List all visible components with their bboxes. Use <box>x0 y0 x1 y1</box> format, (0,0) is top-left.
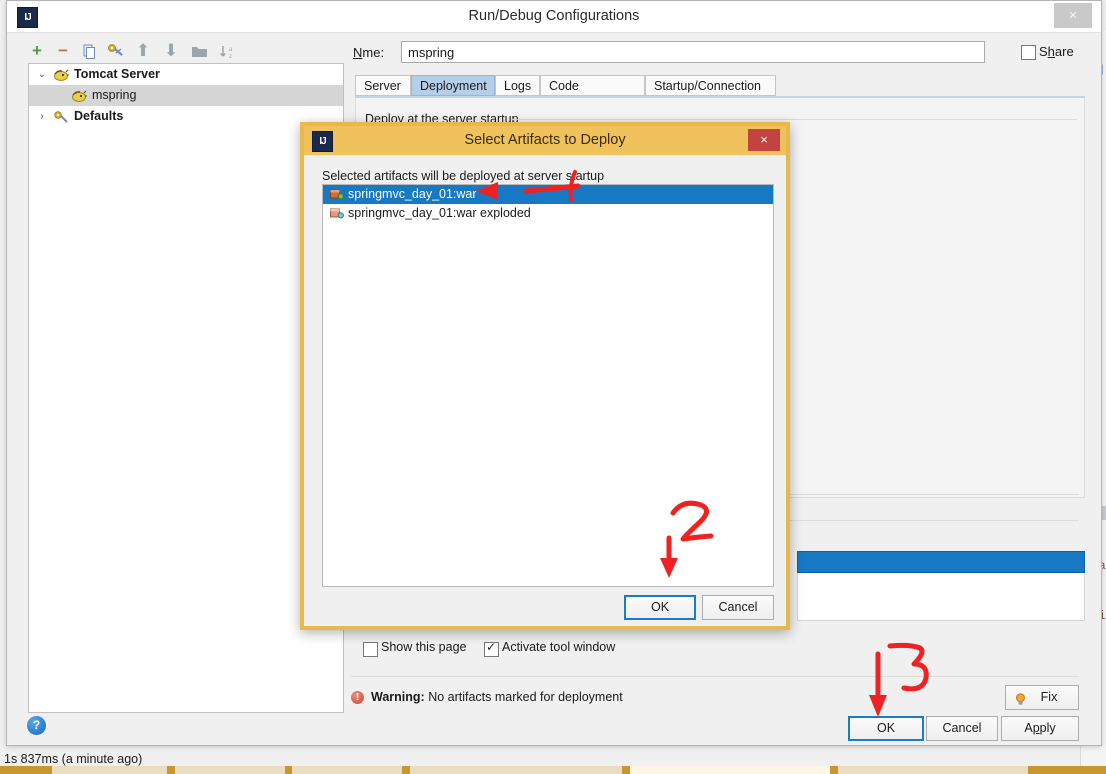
artifact-list[interactable]: springmvc_day_01:war springmvc_day_01:wa… <box>322 184 774 587</box>
edit-templates-icon[interactable] <box>105 41 125 61</box>
tree-row-mspring[interactable]: mspring <box>29 85 343 106</box>
sort-configurations-icon[interactable]: az <box>217 41 237 61</box>
ide-bottom-segment-1 <box>52 766 167 774</box>
defaults-icon <box>53 110 69 124</box>
move-up-icon[interactable]: ⬆ <box>133 41 153 61</box>
move-down-icon[interactable]: ⬇ <box>161 41 181 61</box>
cancel-button[interactable]: Cancel <box>926 716 998 741</box>
warning-prefix: Warning: <box>371 690 425 704</box>
warning-divider <box>351 676 1079 677</box>
name-label-rest: me: <box>362 45 385 60</box>
tomcat-icon <box>53 68 69 82</box>
tab-server[interactable]: Server <box>355 75 411 96</box>
ide-bottom-segment-6 <box>838 766 1028 774</box>
svg-text:z: z <box>229 54 232 59</box>
warning-message: Warning: No artifacts marked for deploym… <box>371 690 623 704</box>
close-icon[interactable]: × <box>1054 3 1092 28</box>
ide-bottom-segment-3 <box>292 766 402 774</box>
activate-tool-window-label: Activate tool window <box>502 640 616 654</box>
help-icon[interactable]: ? <box>27 716 46 735</box>
tab-startup-connection[interactable]: Startup/Connection <box>645 75 776 96</box>
artifact-war-icon <box>330 188 344 201</box>
status-bar-text: 1s 837ms (a minute ago) <box>4 752 143 766</box>
name-input[interactable]: mspring <box>401 41 985 63</box>
fix-button[interactable]: Fix <box>1005 685 1079 710</box>
modal-hint-text: Selected artifacts will be deployed at s… <box>322 169 605 183</box>
close-icon[interactable]: × <box>748 129 780 151</box>
tab-code-coverage[interactable]: Code Coverage <box>540 75 645 114</box>
apply-button[interactable]: Apply <box>1001 716 1079 741</box>
share-label-accel: h <box>1047 44 1055 59</box>
chevron-right-icon[interactable]: › <box>35 106 49 127</box>
fix-button-label: Fix <box>1040 690 1058 704</box>
list-empty-area <box>797 573 1085 621</box>
chevron-down-icon[interactable]: ⌄ <box>35 64 49 85</box>
artifact-label: springmvc_day_01:war <box>348 187 477 201</box>
share-label: Share <box>1039 44 1074 59</box>
show-this-page-label: Show this page <box>381 640 467 654</box>
tab-deployment[interactable]: Deployment <box>411 75 495 96</box>
configurations-tree[interactable]: ⌄ Tomcat Server mspring › Defaults <box>28 63 344 713</box>
add-icon[interactable]: + <box>27 41 47 61</box>
configurations-toolbar: + − ⬆ ⬇ az <box>27 38 343 64</box>
svg-text:a: a <box>229 47 233 53</box>
name-field-label: Nme: <box>353 45 384 60</box>
settings-tabs: Server Deployment Logs Code Coverage Sta… <box>355 75 1085 114</box>
tree-label: Tomcat Server <box>74 67 160 81</box>
ide-bottom-segment-5 <box>630 766 830 774</box>
copy-icon[interactable] <box>79 41 99 61</box>
artifact-list-item-war-exploded[interactable]: springmvc_day_01:war exploded <box>323 204 773 223</box>
share-label-post: are <box>1054 44 1074 59</box>
tree-label: mspring <box>92 88 137 102</box>
lightbulb-icon <box>1015 691 1026 705</box>
apply-label-pre: A <box>1024 721 1033 735</box>
modal-ok-button[interactable]: OK <box>624 595 696 620</box>
artifact-list-item-war[interactable]: springmvc_day_01:war <box>323 185 773 204</box>
checkmark-icon: ✓ <box>486 640 497 654</box>
tomcat-icon <box>71 89 87 103</box>
tree-row-defaults[interactable]: › Defaults <box>29 106 343 127</box>
modal-cancel-button[interactable]: Cancel <box>702 595 774 620</box>
new-folder-icon[interactable] <box>189 41 209 61</box>
apply-label-post: ply <box>1039 721 1056 735</box>
ide-bottom-segment-2 <box>175 766 285 774</box>
share-label-pre: S <box>1039 44 1048 59</box>
name-label-accel: N <box>353 45 363 60</box>
selected-list-row[interactable] <box>797 551 1085 573</box>
tree-row-tomcat-server[interactable]: ⌄ Tomcat Server <box>29 64 343 85</box>
share-checkbox[interactable] <box>1021 45 1036 60</box>
apply-label-accel: p <box>1032 721 1040 735</box>
deploy-section-divider <box>511 119 1077 120</box>
select-artifacts-dialog: IJ Select Artifacts to Deploy × Selected… <box>300 122 790 630</box>
status-bar <box>0 750 1106 766</box>
warning-icon: ! <box>351 691 364 704</box>
ok-button[interactable]: OK <box>848 716 924 741</box>
tab-logs[interactable]: Logs <box>495 75 540 96</box>
remove-icon[interactable]: − <box>53 41 73 61</box>
artifact-war-exploded-icon <box>330 207 344 220</box>
show-this-page-checkbox[interactable] <box>363 642 378 657</box>
tree-label: Defaults <box>74 109 124 123</box>
artifact-label: springmvc_day_01:war exploded <box>348 206 531 220</box>
warning-body: No artifacts marked for deployment <box>428 690 623 704</box>
modal-title: Select Artifacts to Deploy <box>464 132 626 148</box>
page-title: Run/Debug Configurations <box>468 8 640 24</box>
ide-bottom-segment-4 <box>410 766 622 774</box>
